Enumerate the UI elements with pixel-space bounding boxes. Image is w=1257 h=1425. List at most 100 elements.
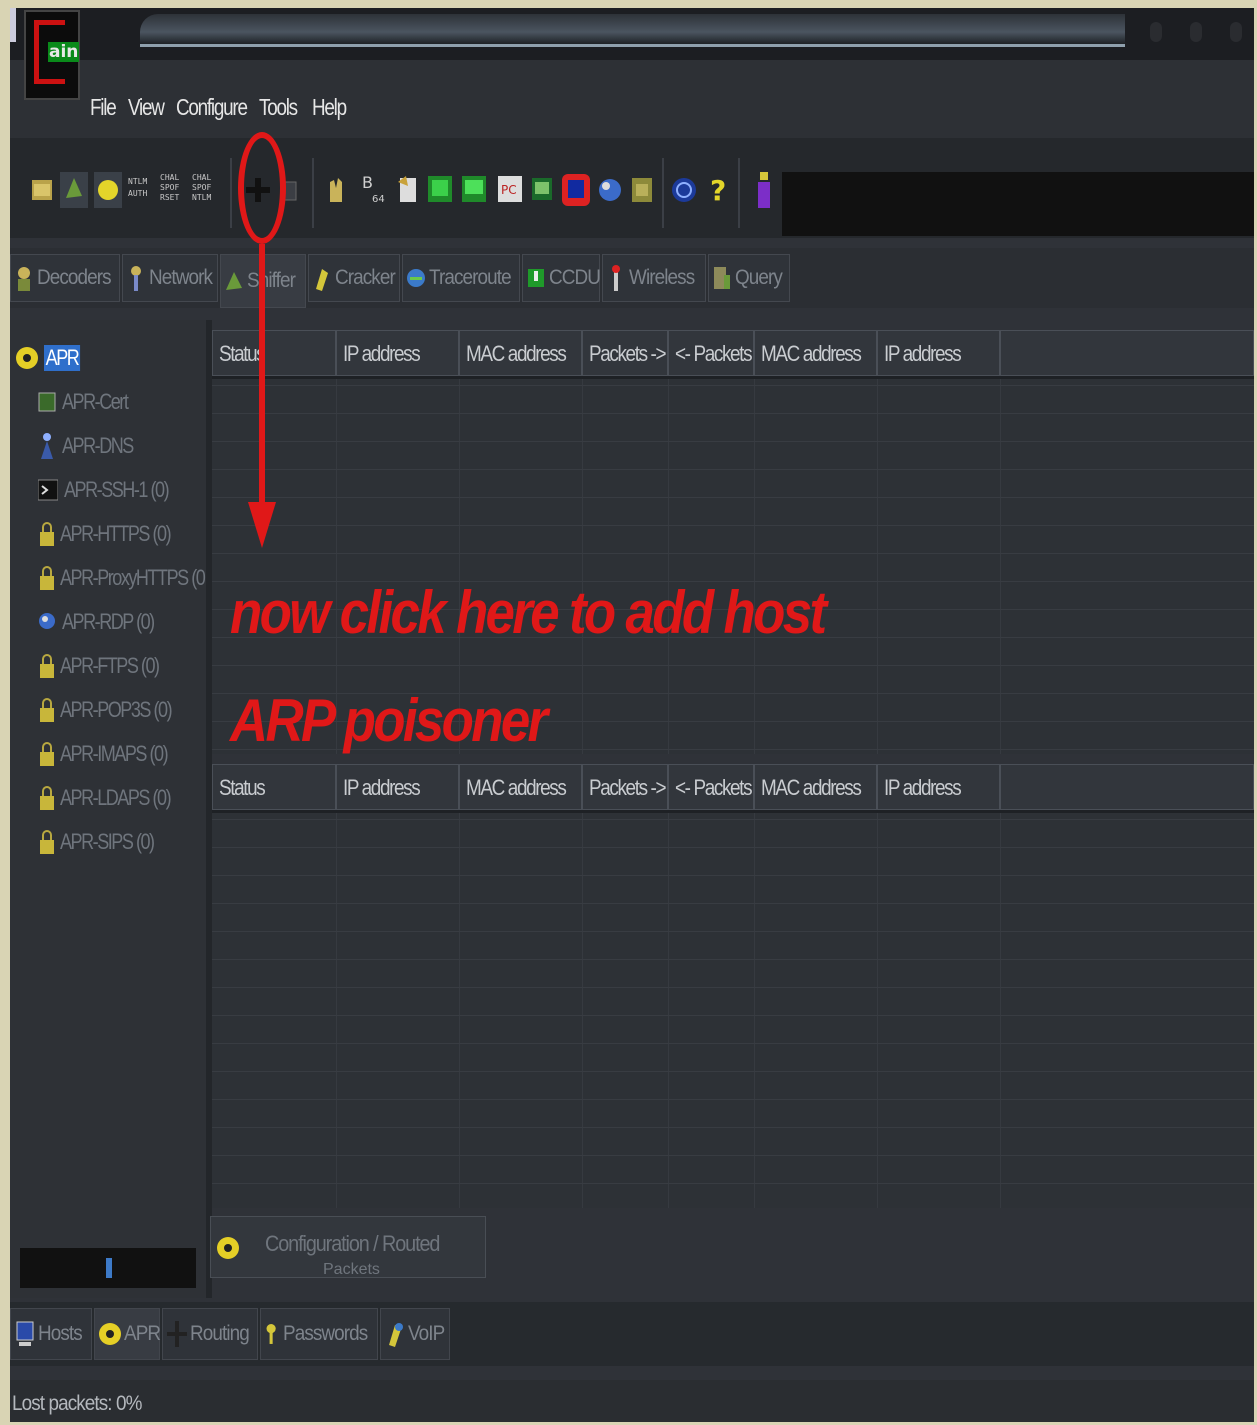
open-folder-icon[interactable] <box>28 168 56 212</box>
svg-text:AUTH: AUTH <box>128 189 147 198</box>
menu-tools[interactable]: Tools <box>259 90 298 124</box>
svg-text:RSET: RSET <box>160 193 179 202</box>
tab-network[interactable]: Network <box>122 254 218 302</box>
ntlm-auth-icon[interactable]: NTLM AUTH <box>126 168 156 212</box>
svg-text:NTLM: NTLM <box>128 177 147 186</box>
col-status[interactable]: Status <box>212 330 336 376</box>
tree-item-apr-imaps[interactable]: APR-IMAPS (0) <box>40 736 191 772</box>
tree-item-apr-https[interactable]: APR-HTTPS (0) <box>40 516 194 552</box>
col-status[interactable]: Status <box>212 764 336 810</box>
tab-traceroute[interactable]: Traceroute <box>402 254 520 302</box>
bottom-tab-strip: Hosts APR Routing Passwords VoIP <box>10 1302 1254 1366</box>
traceroute-icon <box>407 269 425 287</box>
menu-help[interactable]: Help <box>312 90 347 124</box>
tree-item-apr-pop3s[interactable]: APR-POP3S (0) <box>40 692 196 728</box>
col-mac-address[interactable]: MAC address <box>459 330 582 376</box>
tree-item-label: APR-IMAPS (0) <box>60 741 169 766</box>
tab-apr[interactable]: APR <box>94 1308 161 1360</box>
terminal-icon[interactable] <box>528 168 556 212</box>
tab-ccdu[interactable]: CCDU <box>522 254 601 302</box>
minimize-button[interactable] <box>1150 22 1162 42</box>
scrollbar-thumb[interactable] <box>106 1258 112 1278</box>
tab-cracker[interactable]: Cracker <box>308 254 400 302</box>
col-label: MAC address <box>466 341 567 366</box>
tree-item-apr-ssh[interactable]: APR-SSH-1 (0) <box>38 472 191 508</box>
tree-item-apr-proxyhttps[interactable]: APR-ProxyHTTPS (0 <box>40 560 236 596</box>
system-menu-icon[interactable] <box>10 8 16 42</box>
annotation-arrow <box>259 244 265 506</box>
tab-wireless[interactable]: Wireless <box>602 254 706 302</box>
hand-tool-icon[interactable] <box>322 168 350 212</box>
menu-bar: File View Configure Tools Help <box>10 60 1254 138</box>
col-label: Status <box>219 775 266 800</box>
svg-text:?: ? <box>710 174 726 207</box>
tab-hosts[interactable]: Hosts <box>10 1308 92 1360</box>
decoders-icon <box>18 267 30 291</box>
monitor-icon[interactable] <box>460 168 488 212</box>
tree-horizontal-scrollbar[interactable] <box>20 1248 196 1288</box>
radiation-icon <box>217 1237 239 1259</box>
radiation-icon <box>99 1323 121 1345</box>
col-label: <- Packets <box>675 775 753 800</box>
col-mac-address[interactable]: MAC address <box>459 764 582 810</box>
tab-wireless-label: Wireless <box>629 266 695 289</box>
annotation-arrow-head <box>248 502 276 548</box>
col-ip-address[interactable]: IP address <box>336 764 459 810</box>
col-label: <- Packets <box>675 341 753 366</box>
start-sniffer-icon[interactable] <box>60 168 88 212</box>
col-packets-out[interactable]: Packets -> <box>582 330 668 376</box>
certificate-icon[interactable] <box>394 168 422 212</box>
col-mac-address-2[interactable]: MAC address <box>754 764 877 810</box>
menu-configure[interactable]: Configure <box>176 90 248 124</box>
tree-item-label: APR-FTPS (0) <box>60 653 160 678</box>
decoder-box-icon[interactable] <box>628 168 656 212</box>
col-packets-out[interactable]: Packets -> <box>582 764 668 810</box>
cain-logo: ain <box>24 10 80 100</box>
menu-view[interactable]: View <box>128 90 165 124</box>
help-question-icon[interactable]: ? <box>704 168 732 212</box>
annotation-circle <box>238 132 286 244</box>
tree-item-label: APR <box>44 345 80 371</box>
tree-item-apr-rdp[interactable]: APR-RDP (0) <box>38 604 174 640</box>
info-icon[interactable] <box>750 168 778 212</box>
base64-icon[interactable]: B 64 <box>360 168 388 212</box>
network-card-icon[interactable] <box>560 168 592 212</box>
chall-spoof-reset-icon[interactable]: CHALSPOFRSET <box>158 168 188 212</box>
dns-person-icon <box>41 433 53 459</box>
tab-routing[interactable]: Routing <box>162 1308 258 1360</box>
chall-spoof-ntlm-icon[interactable]: CHALSPOFNTLM <box>190 168 220 212</box>
tree-item-apr-ftps[interactable]: APR-FTPS (0) <box>40 648 180 684</box>
tree-item-apr-sips[interactable]: APR-SIPS (0) <box>40 824 174 860</box>
tree-item-apr-cert[interactable]: APR-Cert <box>38 384 142 420</box>
globe-tool-icon[interactable] <box>596 168 624 212</box>
tree-item-apr-ldaps[interactable]: APR-LDAPS (0) <box>40 780 194 816</box>
col-label: MAC address <box>761 775 862 800</box>
toolbar-separator <box>662 158 664 228</box>
tree-item-apr-dns[interactable]: APR-DNS <box>38 428 148 464</box>
col-packets-in[interactable]: <- Packets <box>668 764 754 810</box>
col-label: IP address <box>884 341 962 366</box>
calculator-icon[interactable] <box>426 168 454 212</box>
tree-item-label: APR-SIPS (0) <box>60 829 155 854</box>
tab-decoders[interactable]: Decoders <box>10 254 120 302</box>
svg-text:CHAL: CHAL <box>160 173 179 182</box>
tree-item-apr[interactable]: APR <box>16 340 88 376</box>
maximize-button[interactable] <box>1190 22 1202 42</box>
title-bar-decoration <box>140 14 1125 47</box>
close-button[interactable] <box>1230 22 1242 42</box>
col-ip-address-2[interactable]: IP address <box>877 764 1000 810</box>
col-mac-address-2[interactable]: MAC address <box>754 330 877 376</box>
cracker-icon <box>316 269 328 291</box>
col-packets-in[interactable]: <- Packets <box>668 330 754 376</box>
col-ip-address[interactable]: IP address <box>336 330 459 376</box>
col-ip-address-2[interactable]: IP address <box>877 330 1000 376</box>
configuration-routed-packets-tab[interactable]: Configuration / Routed Packets <box>210 1216 486 1278</box>
tab-voip[interactable]: VoIP <box>380 1308 450 1360</box>
start-apr-icon[interactable] <box>94 168 122 212</box>
pc-tool-icon[interactable]: PC <box>496 168 524 212</box>
web-globe-icon[interactable] <box>670 168 698 212</box>
tab-passwords[interactable]: Passwords <box>260 1308 378 1360</box>
menu-file[interactable]: File <box>90 90 117 124</box>
tab-cracker-label: Cracker <box>335 266 396 289</box>
tab-query[interactable]: Query <box>708 254 790 302</box>
